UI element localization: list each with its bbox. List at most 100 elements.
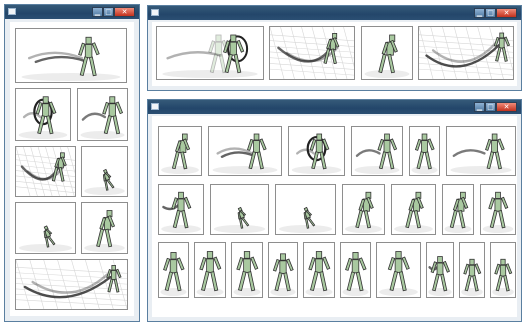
stick-figure-drawing [212, 133, 278, 174]
close-button[interactable]: ✕ [496, 102, 517, 112]
stick-figure-drawing [16, 147, 75, 196]
stick-figure-drawing [213, 206, 266, 233]
stick-figure-drawing [450, 133, 512, 174]
motion-thumbnail[interactable] [442, 184, 474, 235]
motion-thumbnail[interactable] [490, 242, 516, 298]
maximize-icon: □ [487, 103, 494, 111]
stick-figure-drawing [84, 210, 125, 252]
motion-thumbnail[interactable] [158, 126, 202, 176]
window-titlebar[interactable]: ▁ □ ✕ [148, 100, 521, 114]
motion-thumbnail[interactable] [391, 184, 436, 235]
close-button[interactable]: ✕ [496, 8, 517, 18]
maximize-button[interactable]: □ [485, 8, 496, 18]
app-window-icon [8, 8, 16, 15]
stick-figure-drawing [196, 251, 224, 296]
motion-thumbnail[interactable] [268, 242, 298, 298]
app-window-icon [151, 103, 159, 110]
stick-figure-drawing [16, 260, 127, 309]
motion-thumbnail[interactable] [361, 26, 413, 80]
motion-thumbnail[interactable] [15, 146, 76, 197]
thumbnail-area [10, 22, 134, 316]
maximize-button[interactable]: □ [485, 102, 496, 112]
motion-thumbnail[interactable] [459, 242, 485, 298]
minimize-icon: ▁ [94, 8, 101, 16]
motion-thumbnail[interactable] [81, 146, 128, 197]
motion-thumbnail[interactable] [156, 26, 264, 80]
stick-figure-drawing [305, 251, 333, 296]
window-titlebar[interactable]: ▁ □ ✕ [148, 6, 521, 20]
minimize-button[interactable]: ▁ [474, 102, 485, 112]
maximize-button[interactable]: □ [103, 7, 114, 17]
motion-thumbnail[interactable] [303, 242, 335, 298]
stick-figure-drawing [18, 225, 73, 252]
motion-thumbnail[interactable] [15, 202, 76, 254]
window-titlebar[interactable]: ▁ □ ✕ [5, 5, 139, 19]
motion-thumbnail[interactable] [409, 126, 440, 176]
motion-thumbnail[interactable] [269, 26, 355, 80]
close-icon: ✕ [121, 8, 128, 16]
motion-thumbnail[interactable] [342, 184, 385, 235]
motion-thumbnail[interactable] [376, 242, 421, 298]
minimize-icon: ▁ [476, 103, 483, 111]
stick-figure-drawing [161, 133, 199, 174]
thumbnail-area [152, 22, 517, 86]
stick-figure-drawing [354, 133, 400, 174]
bottom-right-window: ▁ □ ✕ [147, 99, 522, 322]
motion-thumbnail[interactable] [158, 242, 189, 298]
close-icon: ✕ [503, 9, 510, 17]
stick-figure-drawing [162, 34, 258, 78]
stick-figure-drawing [444, 191, 472, 233]
close-button[interactable]: ✕ [114, 7, 135, 17]
stick-figure-drawing [161, 191, 201, 233]
motion-thumbnail[interactable] [426, 242, 454, 298]
stick-figure-drawing [364, 34, 410, 78]
motion-thumbnail[interactable] [208, 126, 282, 176]
thumbnail-area [152, 116, 517, 317]
motion-thumbnail[interactable] [210, 184, 269, 235]
close-icon: ✕ [503, 103, 510, 111]
motion-thumbnail[interactable] [480, 184, 516, 235]
stick-figure-drawing [492, 258, 514, 296]
stick-figure-drawing [21, 36, 121, 81]
stick-figure-drawing [411, 133, 438, 174]
motion-thumbnail[interactable] [418, 26, 514, 80]
motion-thumbnail[interactable] [158, 184, 204, 235]
stick-figure-drawing [482, 191, 514, 233]
minimize-icon: ▁ [476, 9, 483, 17]
top-right-window: ▁ □ ✕ [147, 5, 522, 91]
maximize-icon: □ [105, 8, 112, 16]
motion-thumbnail[interactable] [275, 184, 336, 235]
stick-figure-drawing [291, 133, 342, 174]
motion-thumbnail[interactable] [77, 88, 128, 141]
stick-figure-drawing [379, 251, 418, 296]
stick-figure-drawing [233, 251, 261, 296]
motion-thumbnail[interactable] [15, 259, 128, 310]
stick-figure-drawing [345, 191, 382, 233]
left-window: ▁ □ ✕ [4, 4, 140, 322]
minimize-button[interactable]: ▁ [92, 7, 103, 17]
motion-thumbnail[interactable] [231, 242, 263, 298]
stick-figure-drawing [428, 256, 452, 296]
motion-thumbnail[interactable] [351, 126, 403, 176]
stick-figure-drawing [270, 253, 296, 296]
stick-figure-drawing [342, 252, 369, 296]
stick-figure-drawing [419, 27, 513, 79]
maximize-icon: □ [487, 9, 494, 17]
motion-thumbnail[interactable] [15, 88, 71, 141]
motion-thumbnail[interactable] [340, 242, 371, 298]
stick-figure-drawing [270, 27, 354, 79]
stick-figure-drawing [461, 258, 483, 296]
stick-figure-drawing [84, 168, 125, 195]
motion-thumbnail[interactable] [288, 126, 345, 176]
motion-thumbnail[interactable] [81, 202, 128, 254]
stick-figure-drawing [18, 96, 68, 139]
stick-figure-drawing [160, 252, 187, 296]
stick-figure-drawing [278, 206, 333, 233]
minimize-button[interactable]: ▁ [474, 8, 485, 18]
stick-figure-drawing [80, 96, 125, 139]
motion-thumbnail[interactable] [194, 242, 226, 298]
stick-figure-drawing [394, 191, 433, 233]
app-window-icon [151, 9, 159, 16]
motion-thumbnail[interactable] [446, 126, 516, 176]
motion-thumbnail[interactable] [15, 28, 127, 83]
